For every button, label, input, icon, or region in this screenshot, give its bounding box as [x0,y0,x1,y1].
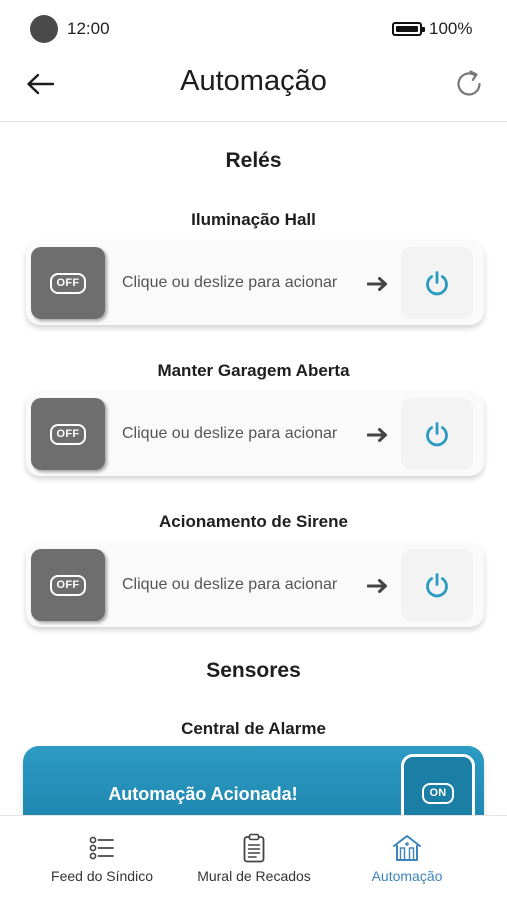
relay-hint: Clique ou deslize para acionar [122,425,338,442]
sensor-status: Automação Acionada! [108,784,298,804]
page-title: Automação [180,65,327,97]
off-badge: OFF [49,272,87,294]
relay-label: Acionamento de Sirene [159,512,348,531]
arrow-right-icon [367,277,387,291]
nav-item-automacao[interactable]: Automação [335,816,479,900]
relay-toggle-iluminacao-hall[interactable]: OFF Clique ou deslize para acionar [26,241,484,325]
camera-dot-icon [30,15,58,43]
nav-label: Automação [371,868,443,884]
power-icon [426,573,448,598]
power-button[interactable] [401,398,473,470]
relay-slider-knob[interactable]: OFF [31,398,105,470]
on-badge: ON [422,783,454,804]
sensor-slider-knob[interactable]: ON [401,754,475,815]
sensor-label: Central de Alarme [181,719,326,738]
clipboard-icon [243,833,265,863]
relay-slider-knob[interactable]: OFF [31,247,105,319]
building-icon [393,835,421,861]
power-button[interactable] [401,549,473,621]
list-icon [89,836,114,860]
off-badge: OFF [49,423,87,445]
bottom-navigation: Feed do Síndico Mural de Recados Automaç… [0,815,507,900]
battery-icon [392,22,425,36]
refresh-icon [457,70,481,96]
battery-percentage: 100% [429,19,473,38]
refresh-button[interactable] [450,65,488,103]
nav-label: Feed do Síndico [51,868,153,884]
relay-slider-knob[interactable]: OFF [31,549,105,621]
power-icon [426,422,448,447]
nav-item-mural-de-recados[interactable]: Mural de Recados [182,816,326,900]
relay-toggle-acionamento-de-sirene[interactable]: OFF Clique ou deslize para acionar [26,543,484,627]
nav-item-feed-do-sindico[interactable]: Feed do Síndico [30,816,174,900]
relay-label: Manter Garagem Aberta [157,361,350,380]
arrow-right-icon [367,428,387,442]
sensor-card-central-de-alarme[interactable]: Automação Acionada! ON [23,746,484,815]
header: Automação [0,56,507,122]
sensors-section-title: Sensores [206,659,301,682]
relay-hint: Clique ou deslize para acionar [122,576,338,593]
relay-toggle-manter-garagem-aberta[interactable]: OFF Clique ou deslize para acionar [26,392,484,476]
relay-label: Iluminação Hall [191,210,316,229]
automation-content[interactable]: Relés Iluminação Hall OFF Clique ou desl… [0,123,507,815]
power-button[interactable] [401,247,473,319]
nav-label: Mural de Recados [197,868,311,884]
off-badge: OFF [49,574,87,596]
relays-section-title: Relés [225,149,282,172]
relay-hint: Clique ou deslize para acionar [122,274,338,291]
arrow-right-icon [367,579,387,593]
status-bar: 12:00 100% [0,0,507,56]
power-icon [426,271,448,296]
status-time: 12:00 [67,19,110,38]
